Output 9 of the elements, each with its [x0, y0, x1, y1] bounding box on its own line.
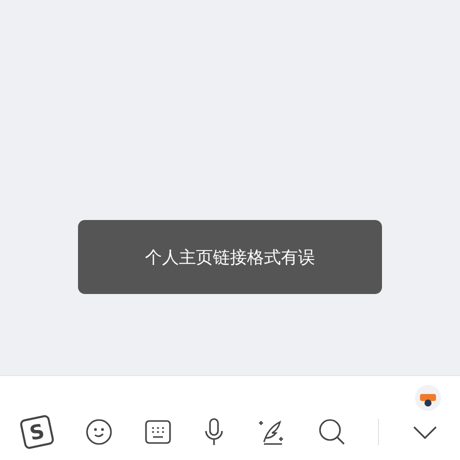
keyboard-icon[interactable] [144, 420, 171, 444]
emoji-icon[interactable] [84, 418, 113, 446]
microphone-icon[interactable] [203, 418, 226, 446]
mascot-icon[interactable] [414, 384, 442, 412]
chevron-down-icon[interactable] [412, 424, 438, 440]
search-icon[interactable] [318, 418, 346, 446]
quill-icon[interactable] [258, 418, 286, 446]
toast-message: 个人主页链接格式有误 [78, 220, 382, 294]
keyboard-logo[interactable]: S [19, 414, 55, 450]
